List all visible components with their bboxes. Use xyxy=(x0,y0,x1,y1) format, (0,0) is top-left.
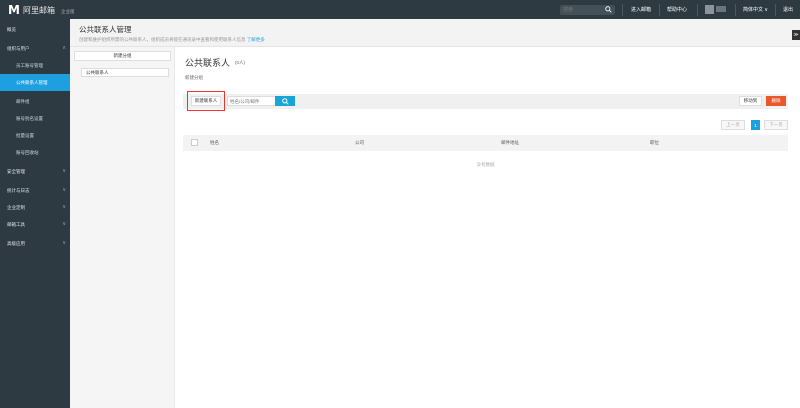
divider xyxy=(659,4,660,16)
sidebar-item-employee-accounts[interactable]: 员工账号管理 xyxy=(0,57,70,74)
chevron-down-icon: ∨ xyxy=(764,7,769,13)
top-search xyxy=(560,5,615,15)
help-center-link[interactable]: 帮助中心 xyxy=(667,6,687,13)
contact-count: (0人) xyxy=(235,60,245,65)
sidebar-item-label: 概览 xyxy=(7,26,16,32)
column-email[interactable]: 邮件地址 xyxy=(501,140,519,146)
sidebar-item-security[interactable]: 安全管理 ∨ xyxy=(0,163,70,180)
sidebar-item-label: 企业定制 xyxy=(7,204,25,210)
page-title: 公共联系人管理 xyxy=(79,25,132,34)
chevron-up-icon: ∧ xyxy=(62,45,66,51)
sidebar-item-label: 邮件组 xyxy=(16,98,30,104)
empty-table-message: 没有数据 xyxy=(476,162,495,167)
sidebar-item-public-contacts[interactable]: 公共联系人管理 xyxy=(0,74,70,91)
page-description: 创建和维护组织所需的公共联系人，组织成员将能在通讯录中查看和使用联系人信息 了解… xyxy=(79,37,265,43)
page-header: 公共联系人管理 创建和维护组织所需的公共联系人，组织成员将能在通讯录中查看和使用… xyxy=(70,19,800,47)
new-contact-button[interactable]: 新建联系人 xyxy=(191,96,221,106)
sidebar: 概览组织与用户 ∧ 员工账号管理 公共联系人管理 邮件组账号别名设置 批量设置账号回收站安… xyxy=(0,19,70,408)
chevron-down-icon: ∨ xyxy=(62,204,66,210)
next-page-button[interactable]: 下一页 xyxy=(764,120,788,130)
logo[interactable]: M 阿里邮箱 企业版 xyxy=(8,3,74,17)
divider xyxy=(622,4,623,16)
sidebar-item-org-users[interactable]: 组织与用户 ∧ xyxy=(0,40,70,57)
logo-subtitle: 企业版 xyxy=(60,8,75,14)
user-name-redacted[interactable] xyxy=(716,6,726,12)
chevron-down-icon: ∨ xyxy=(62,187,66,193)
language-select[interactable]: 简体中文 ∨ xyxy=(743,6,768,13)
content-area: 公共联系人管理 创建和维护组织所需的公共联系人，组织成员将能在通讯录中查看和使用… xyxy=(70,19,800,408)
learn-more-link[interactable]: 了解更多 xyxy=(247,37,265,42)
page-1-button[interactable]: 1 xyxy=(751,120,760,130)
language-label: 简体中文 xyxy=(743,7,764,13)
sidebar-item-label: 批量设置 xyxy=(16,132,34,138)
sidebar-item-overview[interactable]: 概览 xyxy=(0,21,70,38)
divider xyxy=(775,4,776,16)
sidebar-item-label: 统计与日志 xyxy=(7,187,30,193)
new-group-button[interactable]: 新建分组 xyxy=(74,51,171,61)
chevron-down-icon: ∨ xyxy=(62,240,66,246)
move-to-button[interactable]: 移动到 xyxy=(739,96,762,106)
contact-search-input[interactable] xyxy=(230,98,274,105)
collapse-icon[interactable]: ≫ xyxy=(792,30,800,40)
sidebar-item-label: 账号别名设置 xyxy=(16,115,43,121)
main-title: 公共联系人 xyxy=(185,58,231,68)
avatar[interactable] xyxy=(705,5,714,14)
prev-page-button[interactable]: 上一页 xyxy=(721,120,745,130)
sidebar-item-label: 邮箱工具 xyxy=(7,221,25,227)
chevron-down-icon: ∨ xyxy=(62,168,66,174)
sidebar-item-advanced-apps[interactable]: 高级应用 ∨ xyxy=(0,235,70,252)
sidebar-item-label: 员工账号管理 xyxy=(16,62,43,68)
sidebar-item-label: 高级应用 xyxy=(7,240,25,246)
search-button[interactable] xyxy=(275,96,295,106)
sidebar-item-label: 安全管理 xyxy=(7,168,25,174)
contact-search xyxy=(227,96,276,106)
divider xyxy=(697,4,698,16)
column-company[interactable]: 公司 xyxy=(355,140,364,146)
logo-text: 阿里邮箱 xyxy=(22,5,55,15)
search-icon[interactable] xyxy=(605,6,612,13)
logout-link[interactable]: 退出 xyxy=(783,6,793,13)
column-position[interactable]: 职位 xyxy=(650,140,659,146)
sidebar-item-mail-tools[interactable]: 邮箱工具 ∨ xyxy=(0,216,70,233)
new-group-link[interactable]: 新建分组 xyxy=(185,75,203,81)
sidebar-item-account-recycle[interactable]: 账号回收站 xyxy=(0,144,70,161)
description-text: 创建和维护组织所需的公共联系人，组织成员将能在通讯录中查看和使用联系人信息 xyxy=(79,37,246,42)
sidebar-item-label: 公共联系人管理 xyxy=(16,79,48,85)
top-search-input[interactable] xyxy=(563,6,603,14)
sidebar-item-stats-logs[interactable]: 统计与日志 ∨ xyxy=(0,182,70,199)
delete-button[interactable]: 删除 xyxy=(766,96,786,106)
group-item-public-contacts[interactable]: 公共联系人 xyxy=(81,68,169,77)
logo-mark: M xyxy=(8,3,20,17)
table-header: 姓名 公司 邮件地址 职位 xyxy=(183,135,788,151)
sidebar-item-mail-groups[interactable]: 邮件组 xyxy=(0,93,70,110)
sidebar-item-account-alias[interactable]: 账号别名设置 xyxy=(0,110,70,127)
select-all-checkbox[interactable] xyxy=(191,139,198,146)
search-icon xyxy=(281,97,289,105)
sidebar-item-enterprise-custom[interactable]: 企业定制 ∨ xyxy=(0,199,70,216)
sidebar-item-batch-settings[interactable]: 批量设置 xyxy=(0,127,70,144)
sidebar-item-label: 账号回收站 xyxy=(16,149,39,155)
column-name[interactable]: 姓名 xyxy=(210,140,219,146)
enter-mailbox-link[interactable]: 进入邮箱 xyxy=(631,6,651,13)
top-bar: M 阿里邮箱 企业版 进入邮箱 帮助中心 简体中文 ∨ 退出 xyxy=(0,0,800,19)
sidebar-item-label: 组织与用户 xyxy=(7,45,30,51)
chevron-down-icon: ∨ xyxy=(62,221,66,227)
divider xyxy=(735,4,736,16)
group-panel: 新建分组 公共联系人 xyxy=(70,47,175,408)
